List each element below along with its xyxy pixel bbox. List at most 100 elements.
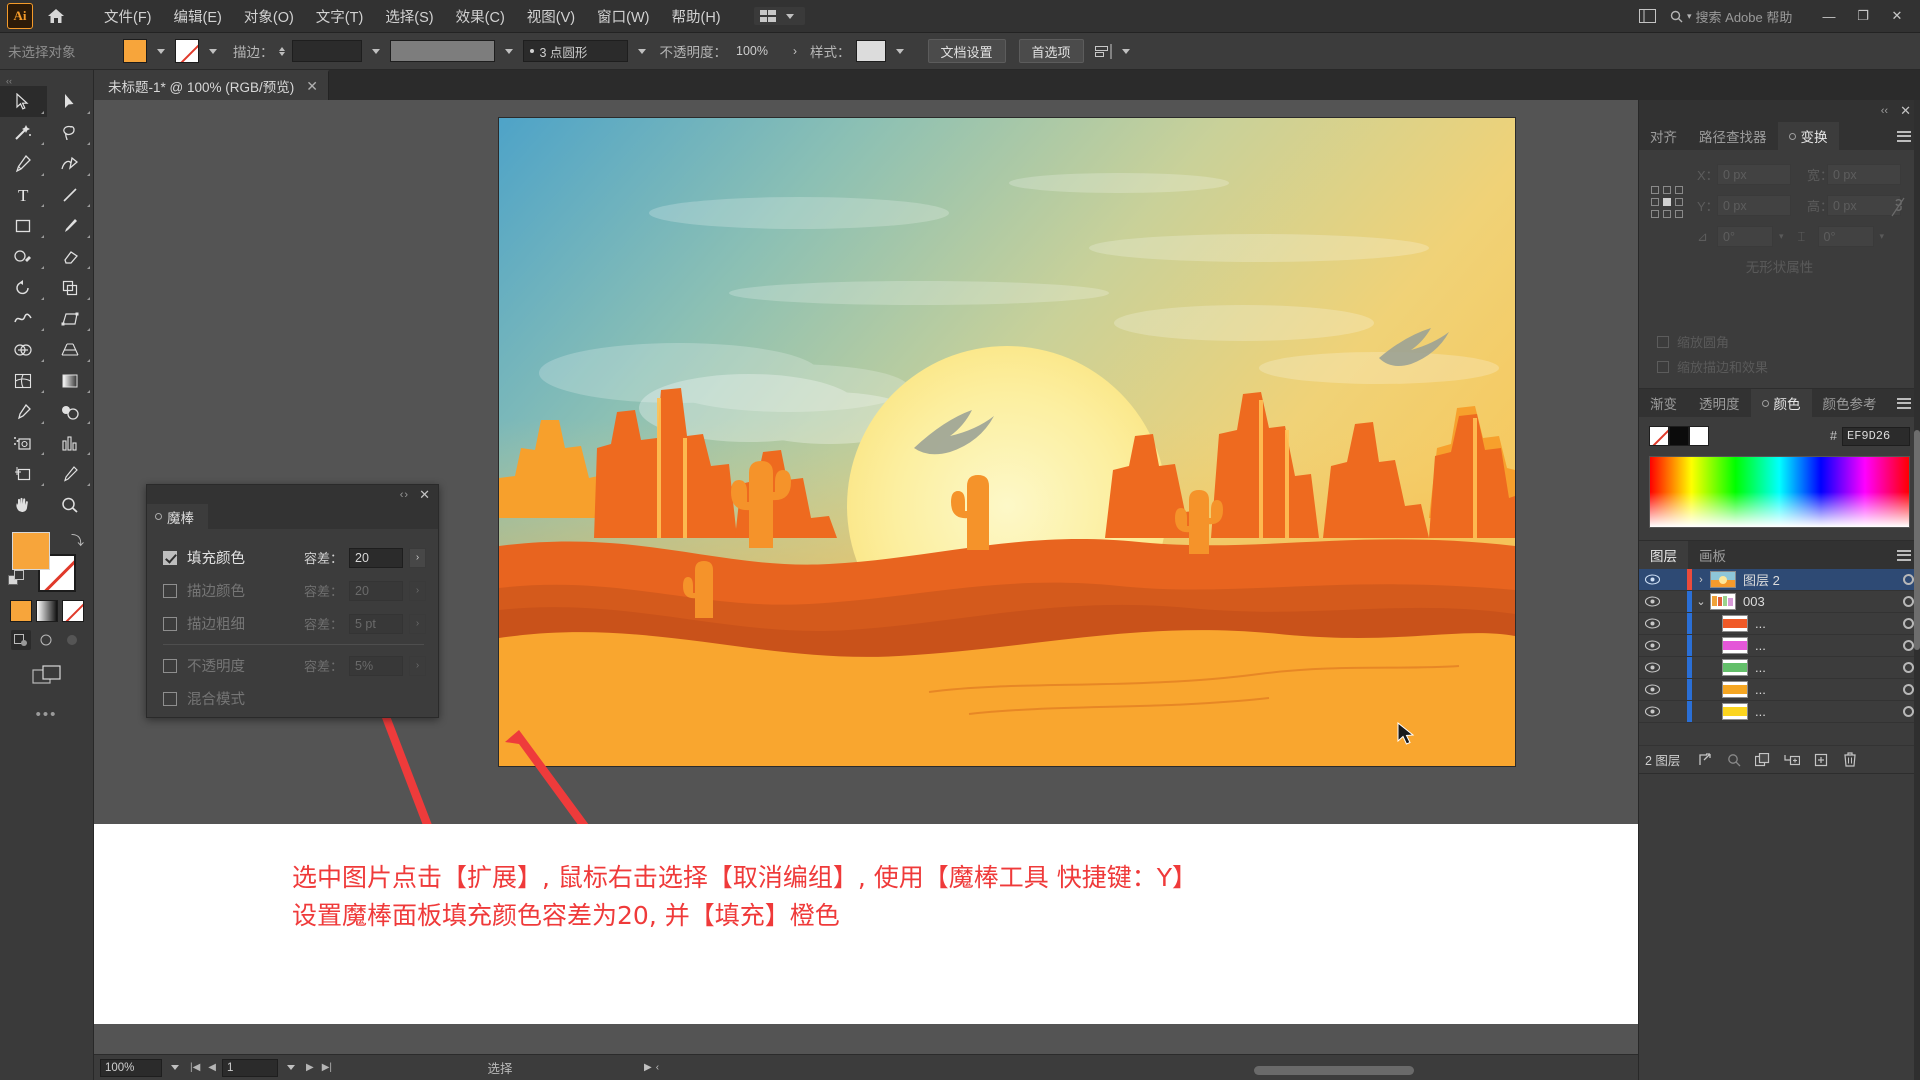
close-icon[interactable]: ✕ [306,78,318,95]
layer-name[interactable]: ... [1755,616,1896,631]
next-artboard-icon[interactable]: ▶ [304,1062,316,1073]
draw-normal-icon[interactable] [10,630,31,650]
artboard-number-input[interactable]: 1 [222,1058,278,1077]
screen-mode-button[interactable] [0,664,93,686]
none-swatch[interactable] [1649,426,1669,446]
layer-row-5[interactable]: ... [1639,657,1920,679]
horizontal-scrollbar[interactable] [1054,1066,1578,1076]
visibility-toggle-icon[interactable] [1639,684,1665,695]
color-spectrum[interactable] [1649,456,1910,528]
close-button[interactable]: ✕ [1880,3,1914,29]
magic-wand-row-opacity[interactable]: 不透明度 容差： 5% › [163,649,426,682]
stroke-weight-stepper[interactable] [278,46,285,56]
perspective-grid-tool[interactable] [47,334,94,365]
layer-row-6[interactable]: ... [1639,679,1920,701]
menu-type[interactable]: 文字(T) [305,2,375,31]
curvature-tool[interactable] [47,148,94,179]
color-mode-none-button[interactable] [61,600,84,622]
tab-artboards[interactable]: 画板 [1688,541,1737,569]
reference-point-selector[interactable] [1651,186,1683,218]
expand-toggle-icon[interactable]: ⌄ [1692,595,1710,608]
menu-view[interactable]: 视图(V) [516,2,586,31]
scale-corners-row[interactable]: 缩放圆角 [1657,332,1920,351]
scale-tool[interactable] [47,272,94,303]
layer-row-7[interactable]: ... [1639,701,1920,723]
paintbrush-tool[interactable] [47,210,94,241]
free-transform-tool[interactable] [47,303,94,334]
direct-selection-tool[interactable] [47,86,94,117]
layer-name[interactable]: ... [1755,638,1896,653]
layer-name[interactable]: 图层 2 [1743,570,1896,589]
stroke-weight-input[interactable] [291,40,362,62]
toolbar-more-button[interactable]: ••• [0,706,93,723]
align-options-button[interactable] [1094,43,1135,59]
ref-point-mr[interactable] [1675,198,1683,206]
type-tool[interactable]: T [0,179,47,210]
menu-file[interactable]: 文件(F) [93,2,163,31]
new-sublayer-icon[interactable] [1777,753,1806,767]
shape-builder-tool[interactable] [0,334,47,365]
menu-edit[interactable]: 编辑(E) [163,2,233,31]
magic-wand-tool[interactable] [0,117,47,148]
locate-object-icon[interactable] [1690,752,1719,767]
width-input[interactable]: 0 px [1827,164,1901,185]
tab-transparency[interactable]: 透明度 [1688,389,1751,417]
visibility-toggle-icon[interactable] [1639,662,1665,673]
brush-chevron-down-icon[interactable] [637,48,646,54]
menu-window[interactable]: 窗口(W) [586,2,660,31]
magic-wand-row-stroke-weight[interactable]: 描边粗细 容差： 5 pt › [163,607,426,640]
lasso-tool[interactable] [47,117,94,148]
layer-name[interactable]: ... [1755,660,1896,675]
eyedropper-tool[interactable] [0,396,47,427]
rotate-tool[interactable] [0,272,47,303]
fill-indicator-swatch[interactable] [12,532,50,570]
ref-point-br[interactable] [1675,210,1683,218]
make-clipping-mask-icon[interactable] [1748,752,1777,767]
fill-color-checkbox[interactable] [163,550,177,565]
layer-row-3[interactable]: ... [1639,613,1920,635]
constrain-proportions-icon[interactable] [1890,196,1906,223]
search-adobe-help[interactable]: ▾ 搜索 Adobe 帮助 [1662,5,1812,28]
close-icon[interactable]: ✕ [419,488,430,501]
stroke-weight-checkbox[interactable] [163,616,177,631]
hand-tool[interactable] [0,489,47,520]
toolbar-drag-handle[interactable]: ‹‹ [0,76,93,86]
delete-layer-icon[interactable] [1835,752,1864,767]
tab-color[interactable]: 颜色 [1750,389,1812,417]
fill-color-swatch[interactable] [123,39,147,63]
visibility-toggle-icon[interactable] [1639,574,1665,585]
shear-input[interactable]: 0° [1817,226,1874,247]
prev-artboard-icon[interactable]: ◀ [206,1062,218,1073]
blend-mode-checkbox[interactable] [163,691,177,706]
pen-tool[interactable] [0,148,47,179]
menu-object[interactable]: 对象(O) [233,2,305,31]
document-tab[interactable]: 未标题-1* @ 100% (RGB/预览) ✕ [94,70,329,100]
artboard-chevron-down-icon[interactable] [287,1065,295,1070]
eraser-tool[interactable] [47,241,94,272]
document-setup-button[interactable]: 文档设置 [927,39,1006,63]
opacity-expand-icon[interactable]: › [793,44,797,58]
selection-tool[interactable] [0,86,47,117]
shear-chevron-down-icon[interactable]: ▾ [1880,231,1885,242]
zoom-level-input[interactable]: 100% [100,1058,162,1077]
expand-toggle-icon[interactable]: › [1692,574,1710,586]
ref-point-tc[interactable] [1663,186,1671,194]
scale-strokes-effects-checkbox[interactable] [1657,360,1669,373]
line-segment-tool[interactable] [47,179,94,210]
white-swatch[interactable] [1689,426,1709,446]
default-fill-stroke-icon[interactable] [8,570,27,594]
fill-tolerance-slider-button[interactable]: › [409,547,426,568]
stroke-chevron-down-icon[interactable] [209,48,217,54]
magic-wand-row-fill-color[interactable]: 填充颜色 容差： 20 › [163,541,426,574]
layer-row-4[interactable]: ... [1639,635,1920,657]
arrange-documents-icon[interactable] [1632,4,1662,28]
new-layer-icon[interactable] [1806,753,1835,767]
zoom-chevron-down-icon[interactable] [171,1065,179,1070]
column-graph-tool[interactable] [47,427,94,458]
scale-strokes-effects-row[interactable]: 缩放描边和效果 [1657,357,1920,376]
stroke-profile-chevron-down-icon[interactable] [504,48,513,54]
gradient-tool[interactable] [47,365,94,396]
mesh-tool[interactable] [0,365,47,396]
stroke-weight-chevron-down-icon[interactable] [371,48,380,54]
width-tool[interactable] [0,303,47,334]
